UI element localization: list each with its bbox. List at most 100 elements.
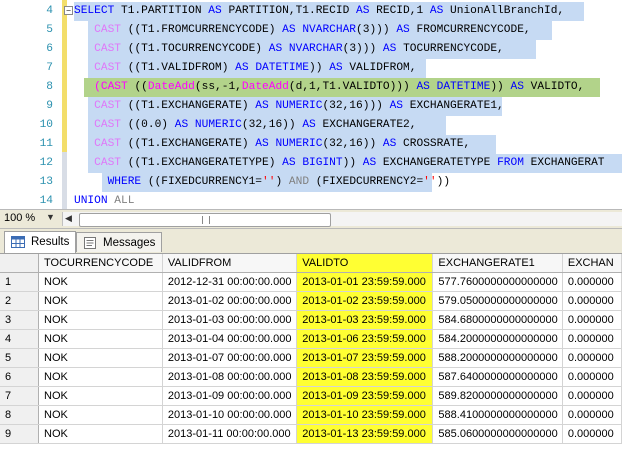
column-header[interactable]: VALIDTO — [296, 254, 434, 273]
table-cell[interactable]: 588.2000000000000000 — [432, 348, 563, 368]
table-cell[interactable]: NOK — [38, 424, 163, 444]
table-cell[interactable]: 0.000000 — [562, 348, 622, 368]
table-cell[interactable]: NOK — [38, 329, 163, 349]
table-cell[interactable]: 2013-01-09 23:59:59.000 — [296, 386, 434, 406]
tab-messages[interactable]: Messages — [76, 232, 163, 252]
code-line[interactable]: 5 CAST ((T1.FROMCURRENCYCODE) AS NVARCHA… — [0, 21, 622, 40]
code-token: AS — [510, 81, 531, 93]
table-cell[interactable]: 0.000000 — [562, 424, 622, 444]
row-number-cell[interactable]: 6 — [0, 367, 40, 387]
table-cell[interactable]: 2013-01-09 00:00:00.000 — [162, 386, 298, 406]
code-token: ((T1.EXCHANGERATETYPE) — [127, 157, 283, 169]
table-cell[interactable]: NOK — [38, 272, 163, 292]
table-cell[interactable]: 0.000000 — [562, 329, 622, 349]
table-cell[interactable]: 0.000000 — [562, 367, 622, 387]
table-cell[interactable]: 2013-01-08 23:59:59.000 — [296, 367, 434, 387]
tab-results[interactable]: Results — [4, 231, 77, 253]
row-number-cell[interactable]: 3 — [0, 310, 40, 330]
table-cell[interactable]: 2013-01-02 23:59:59.000 — [296, 291, 434, 311]
table-cell[interactable]: 2013-01-04 00:00:00.000 — [162, 329, 298, 349]
row-number-cell[interactable]: 2 — [0, 291, 40, 311]
table-cell[interactable]: 585.0600000000000000 — [432, 424, 563, 444]
table-row[interactable]: 2 NOK 2013-01-02 00:00:00.000 2013-01-02 23… — [0, 291, 622, 311]
row-number-cell[interactable]: 4 — [0, 329, 40, 349]
table-cell[interactable]: 0.000000 — [562, 291, 622, 311]
table-cell[interactable]: 2013-01-03 23:59:59.000 — [296, 310, 434, 330]
code-line[interactable]: 7 CAST ((T1.VALIDFROM) AS DATETIME)) AS … — [0, 59, 622, 78]
table-cell[interactable]: 0.000000 — [562, 386, 622, 406]
table-cell[interactable]: 2013-01-13 23:59:59.000 — [296, 424, 434, 444]
row-number-cell[interactable]: 9 — [0, 424, 40, 444]
table-cell[interactable]: NOK — [38, 310, 163, 330]
code-text: CAST ((T1.EXCHANGERATETYPE) AS BIGINT)) … — [74, 154, 604, 173]
table-cell[interactable]: 0.000000 — [562, 310, 622, 330]
table-cell[interactable]: 2013-01-01 23:59:59.000 — [296, 272, 434, 292]
row-number-cell[interactable]: 5 — [0, 348, 40, 368]
grip-icon — [202, 216, 210, 224]
scroll-left-icon[interactable]: ◀ — [65, 213, 72, 224]
table-cell[interactable]: 579.0500000000000000 — [432, 291, 563, 311]
table-row[interactable]: 4 NOK 2013-01-04 00:00:00.000 2013-01-06 23… — [0, 329, 622, 349]
code-line[interactable]: 13 WHERE ((FIXEDCURRENCY1='') AND (FIXED… — [0, 173, 622, 192]
table-row[interactable]: 7 NOK 2013-01-09 00:00:00.000 2013-01-09 23… — [0, 386, 622, 406]
table-cell[interactable]: 0.000000 — [562, 405, 622, 425]
table-cell[interactable]: 584.2000000000000000 — [432, 329, 563, 349]
table-cell[interactable]: 2013-01-10 00:00:00.000 — [162, 405, 298, 425]
table-cell[interactable]: 2013-01-03 00:00:00.000 — [162, 310, 298, 330]
table-cell[interactable]: 2013-01-11 00:00:00.000 — [162, 424, 298, 444]
table-cell[interactable]: NOK — [38, 348, 163, 368]
table-cell[interactable]: 2013-01-06 23:59:59.000 — [296, 329, 434, 349]
scrollbar-thumb[interactable] — [79, 213, 331, 227]
table-cell[interactable]: 0.000000 — [562, 272, 622, 292]
table-cell[interactable]: NOK — [38, 386, 163, 406]
code-token: AS — [362, 157, 383, 169]
row-number-cell[interactable]: 8 — [0, 405, 40, 425]
column-header[interactable]: EXCHANGERATE1 — [432, 254, 563, 273]
table-row[interactable]: 1 NOK 2012-12-31 00:00:00.000 2013-01-01 23… — [0, 272, 622, 292]
table-row[interactable]: 9 NOK 2013-01-11 00:00:00.000 2013-01-13 23… — [0, 424, 622, 444]
zoom-dropdown-icon[interactable]: ▼ — [46, 212, 55, 222]
table-row[interactable]: 5 NOK 2013-01-07 00:00:00.000 2013-01-07 23… — [0, 348, 622, 368]
table-cell[interactable]: 589.8200000000000000 — [432, 386, 563, 406]
results-grid[interactable]: TOCURRENCYCODE VALIDFROM VALIDTO EXCHANGERA… — [0, 254, 622, 463]
code-line[interactable]: 12 CAST ((T1.EXCHANGERATETYPE) AS BIGINT… — [0, 154, 622, 173]
code-line[interactable]: 8 (CAST ((DateAdd(ss,-1,DateAdd(d,1,T1.V… — [0, 78, 622, 97]
column-header[interactable]: TOCURRENCYCODE — [38, 254, 163, 273]
code-token: (CAST — [94, 81, 135, 93]
code-token: AS — [268, 43, 289, 55]
column-header[interactable]: EXCHAN — [562, 254, 622, 273]
table-cell[interactable]: 588.4100000000000000 — [432, 405, 563, 425]
code-line[interactable]: 6 CAST ((T1.TOCURRENCYCODE) AS NVARCHAR(… — [0, 40, 622, 59]
horizontal-scrollbar[interactable]: ◀ — [62, 212, 622, 227]
table-cell[interactable]: 587.6400000000000000 — [432, 367, 563, 387]
table-cell[interactable]: 577.7600000000000000 — [432, 272, 563, 292]
code-line[interactable]: 14 UNION ALL — [0, 192, 622, 209]
zoom-level[interactable]: 100 % — [4, 212, 35, 224]
table-cell[interactable]: NOK — [38, 291, 163, 311]
table-cell[interactable]: 2013-01-07 00:00:00.000 — [162, 348, 298, 368]
table-cell[interactable]: NOK — [38, 367, 163, 387]
table-row[interactable]: 3 NOK 2013-01-03 00:00:00.000 2013-01-03 23… — [0, 310, 622, 330]
row-number-header[interactable] — [0, 254, 40, 273]
table-cell[interactable]: 2013-01-02 00:00:00.000 — [162, 291, 298, 311]
line-number: 9 — [46, 100, 53, 112]
code-line[interactable]: 4 SELECT T1.PARTITION AS PARTITION,T1.REC… — [0, 2, 622, 21]
code-token: ((FIXEDCURRENCY1= — [147, 176, 263, 188]
column-header[interactable]: VALIDFROM — [162, 254, 298, 273]
table-cell[interactable]: 2012-12-31 00:00:00.000 — [162, 272, 298, 292]
code-line[interactable]: 9 CAST ((T1.EXCHANGERATE) AS NUMERIC(32,… — [0, 97, 622, 116]
table-cell[interactable]: 2013-01-07 23:59:59.000 — [296, 348, 434, 368]
table-cell[interactable]: 584.6800000000000000 — [432, 310, 563, 330]
code-line[interactable]: 11 CAST ((T1.EXCHANGERATE) AS NUMERIC(32… — [0, 135, 622, 154]
table-cell[interactable]: 2013-01-10 23:59:59.000 — [296, 405, 434, 425]
table-row[interactable]: 6 NOK 2013-01-08 00:00:00.000 2013-01-08 23… — [0, 367, 622, 387]
table-cell[interactable]: 2013-01-08 00:00:00.000 — [162, 367, 298, 387]
table-row[interactable]: 8 NOK 2013-01-10 00:00:00.000 2013-01-10 23… — [0, 405, 622, 425]
sql-editor[interactable]: − 4 SELECT T1.PARTITION AS PARTITION,T1.R… — [0, 0, 622, 209]
code-line[interactable]: 10 CAST ((0.0) AS NUMERIC(32,16)) AS EXC… — [0, 116, 622, 135]
row-number-cell[interactable]: 1 — [0, 272, 40, 292]
code-token: FROM — [497, 157, 531, 169]
row-number-cell[interactable]: 7 — [0, 386, 40, 406]
table-cell[interactable]: NOK — [38, 405, 163, 425]
